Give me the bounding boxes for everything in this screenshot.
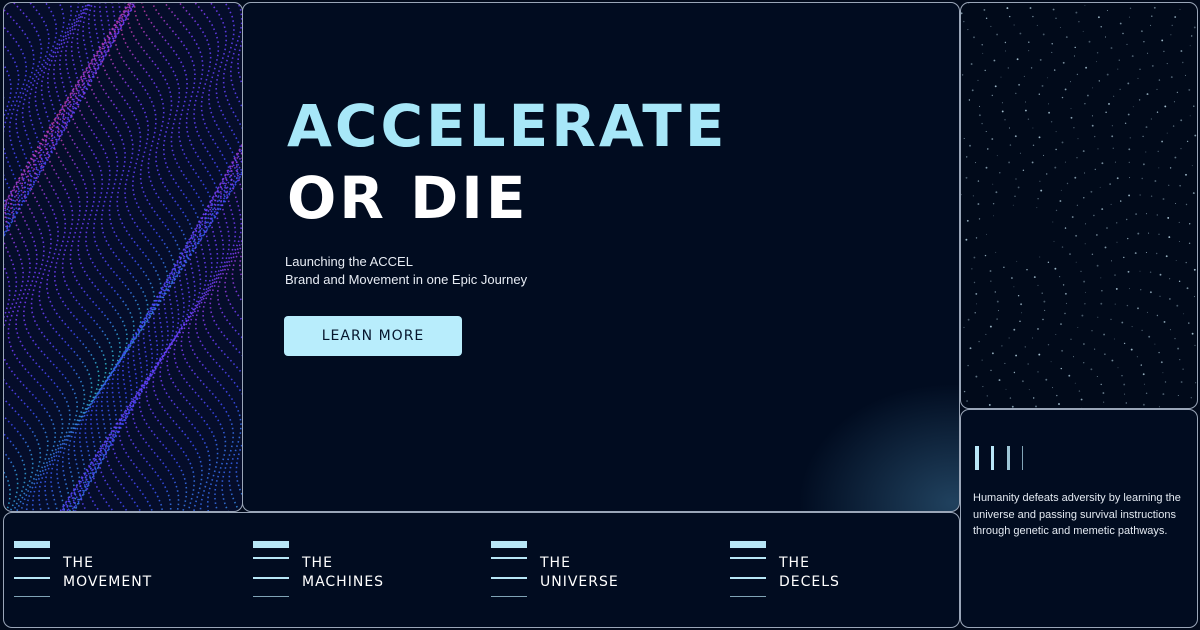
learn-more-button[interactable]: LEARN MORE [284, 316, 462, 356]
nav-label-line-1: THE [63, 555, 94, 571]
wave-dot-artwork [4, 3, 242, 511]
nav-label-line-2: UNIVERSE [540, 574, 619, 590]
hero-title-line-1: ACCELERATE [287, 92, 728, 160]
nav-item-decels[interactable]: THE DECELS [730, 541, 930, 601]
vertical-bars-icon [975, 446, 1035, 470]
nav-label-line-2: MACHINES [302, 574, 385, 590]
dot-field-artwork [961, 3, 1197, 408]
nav-item-universe[interactable]: THE UNIVERSE [491, 541, 691, 601]
nav-item-label: THE MOVEMENT [63, 554, 152, 592]
hero-subtitle-line-2: Brand and Movement in one Epic Journey [285, 272, 528, 287]
nav-label-line-1: THE [302, 555, 333, 571]
nav-label-line-2: DECELS [779, 574, 840, 590]
nav-item-movement[interactable]: THE MOVEMENT [14, 541, 214, 601]
right-art-panel [960, 2, 1198, 409]
stacked-lines-icon [14, 541, 54, 601]
nav-label-line-2: MOVEMENT [63, 574, 153, 590]
nav-panel: THE MOVEMENT THE MACHINES THE UNIVERSE T… [3, 512, 960, 628]
nav-label-line-1: THE [540, 555, 571, 571]
stacked-lines-icon [491, 541, 531, 601]
info-panel: Humanity defeats adversity by learning t… [960, 409, 1198, 628]
hero-panel: ACCELERATE OR DIE Launching the ACCEL Br… [242, 2, 960, 512]
stacked-lines-icon [730, 541, 770, 601]
hero-title-line-2: OR DIE [287, 164, 529, 232]
nav-item-label: THE UNIVERSE [540, 554, 619, 592]
hero-subtitle-line-1: Launching the ACCEL [285, 254, 413, 269]
left-art-panel [3, 2, 243, 512]
nav-label-line-1: THE [779, 555, 810, 571]
nav-item-machines[interactable]: THE MACHINES [253, 541, 453, 601]
stacked-lines-icon [253, 541, 293, 601]
nav-item-label: THE DECELS [779, 554, 840, 592]
nav-item-label: THE MACHINES [302, 554, 384, 592]
info-description: Humanity defeats adversity by learning t… [973, 492, 1181, 537]
